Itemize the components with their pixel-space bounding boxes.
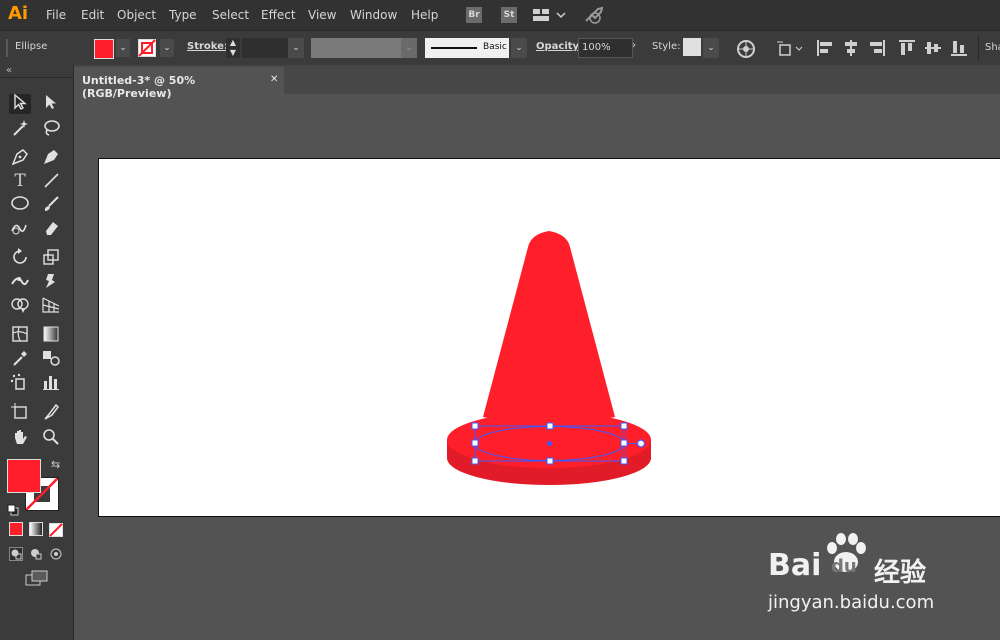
handle-bottom-middle[interactable] (546, 457, 554, 465)
traffic-cone[interactable] (447, 231, 651, 485)
handle-bottom-left[interactable] (471, 457, 479, 465)
handle-top-middle[interactable] (546, 422, 554, 430)
handle-middle-left[interactable] (471, 439, 479, 447)
handle-middle-right[interactable] (620, 439, 628, 447)
pie-widget-handle[interactable] (636, 439, 646, 448)
handle-bottom-right[interactable] (620, 457, 628, 465)
watermark-url: jingyan.baidu.com (768, 592, 935, 613)
watermark-jingyan: 经验 (874, 558, 927, 588)
handle-top-left[interactable] (471, 422, 479, 430)
watermark-du: du (831, 556, 857, 577)
center-point (547, 441, 552, 446)
handle-top-right[interactable] (620, 422, 628, 430)
watermark-bai: Bai (768, 548, 822, 583)
cone-body[interactable] (483, 231, 615, 425)
baidu-jingyan-watermark: Bai du 经验 jingyan.baidu.com (768, 530, 998, 620)
